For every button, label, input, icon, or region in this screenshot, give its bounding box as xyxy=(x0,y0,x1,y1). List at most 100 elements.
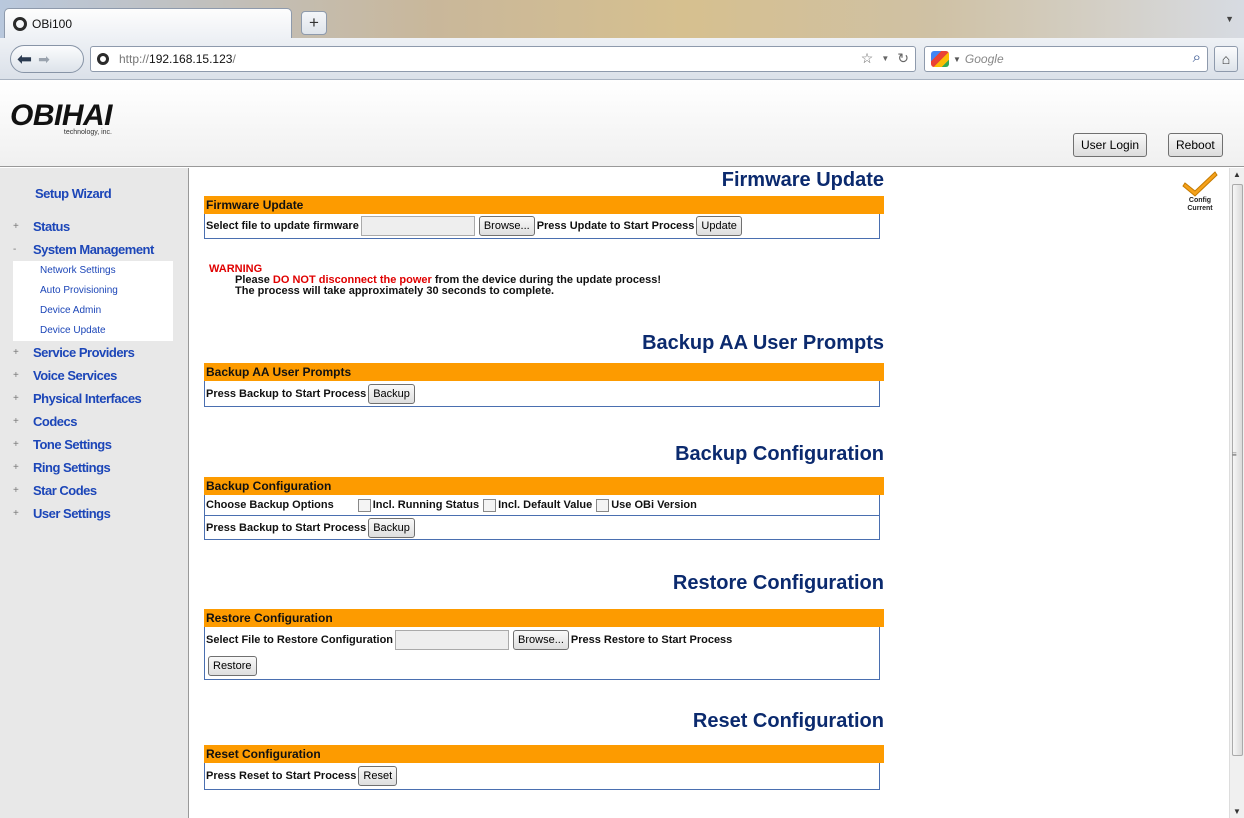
site-identity-icon[interactable] xyxy=(97,53,109,65)
setup-wizard-link[interactable]: Setup Wizard xyxy=(35,186,112,201)
search-placeholder: Google xyxy=(964,52,1004,66)
obihai-logo: OBIHAI technology, inc. xyxy=(10,99,113,137)
backup-config-box: Choose Backup Options Incl. Running Stat… xyxy=(204,495,880,540)
reload-icon[interactable]: ↻ xyxy=(897,50,909,67)
navigation-toolbar: ⬅ ➡ http://192.168.15.123/ ☆ ▼ ↻ ▼ Googl… xyxy=(0,38,1244,80)
sidebar-item-label: User Settings xyxy=(33,506,111,521)
press-update-label: Press Update to Start Process xyxy=(536,220,695,232)
restore-config-box: Select File to Restore Configuration Bro… xyxy=(204,627,880,680)
restore-browse-button[interactable]: Browse... xyxy=(513,630,569,650)
history-dropdown-icon[interactable]: ▼ xyxy=(881,54,889,63)
sidebar-item-tone-settings[interactable]: + Tone Settings xyxy=(13,433,173,456)
warning-line-2: The process will take approximately 30 s… xyxy=(235,285,555,297)
google-engine-icon[interactable] xyxy=(931,51,949,67)
expand-icon: + xyxy=(13,508,19,519)
sidebar-item-label: Service Providers xyxy=(33,345,135,360)
sidebar-item-label: Voice Services xyxy=(33,368,117,383)
sidebar-item-user-settings[interactable]: + User Settings xyxy=(13,502,173,525)
sidebar-item-label: Star Codes xyxy=(33,483,97,498)
logo-wordmark: OBIHAI xyxy=(10,99,113,132)
expand-icon: + xyxy=(13,370,19,381)
back-forward-group: ⬅ ➡ xyxy=(10,45,84,73)
sidebar-item-codecs[interactable]: + Codecs xyxy=(13,410,173,433)
backup-options-row: Choose Backup Options Incl. Running Stat… xyxy=(205,495,879,515)
subitem-device-update[interactable]: Device Update xyxy=(13,321,173,341)
expand-icon: + xyxy=(13,393,19,404)
tab-list-chevron-icon[interactable]: ▼ xyxy=(1225,14,1234,24)
sidebar-item-voice-services[interactable]: + Voice Services xyxy=(13,364,173,387)
scroll-down-arrow-icon[interactable]: ▼ xyxy=(1233,807,1241,816)
main-content: Firmware Update Firmware Update Select f… xyxy=(190,168,1230,818)
scroll-up-arrow-icon[interactable]: ▲ xyxy=(1233,170,1241,179)
press-restore-label: Press Restore to Start Process xyxy=(570,634,733,646)
backup-aa-row: Press Backup to Start Process Backup xyxy=(205,381,879,406)
browser-tab[interactable]: OBi100 xyxy=(4,8,292,38)
restore-config-title: Restore Configuration xyxy=(672,572,884,594)
sidebar-item-service-providers[interactable]: + Service Providers xyxy=(13,341,173,364)
backup-aa-bar: Backup AA User Prompts xyxy=(204,363,884,381)
address-bar[interactable]: http://192.168.15.123/ ☆ ▼ ↻ xyxy=(90,46,916,72)
forward-arrow-icon[interactable]: ➡ xyxy=(38,51,50,68)
backup-config-title: Backup Configuration xyxy=(675,443,884,465)
backup-config-row: Press Backup to Start Process Backup xyxy=(205,515,879,539)
user-login-button[interactable]: User Login xyxy=(1073,133,1148,157)
firmware-file-field[interactable] xyxy=(360,216,475,236)
press-reset-label: Press Reset to Start Process xyxy=(206,770,357,782)
select-restore-label: Select File to Restore Configuration xyxy=(206,634,394,646)
home-icon[interactable]: ⌂ xyxy=(1214,46,1238,72)
vertical-scrollbar[interactable]: ▲ ≡ ▼ xyxy=(1229,168,1244,818)
choose-backup-label: Choose Backup Options xyxy=(206,499,334,511)
scrollbar-thumb[interactable] xyxy=(1232,184,1243,756)
sidebar-item-label: Ring Settings xyxy=(33,460,111,475)
firmware-update-row: Select file to update firmware Browse...… xyxy=(205,214,879,238)
restore-file-row: Select File to Restore Configuration Bro… xyxy=(205,627,879,653)
search-magnifier-icon[interactable]: ⌕ xyxy=(1193,49,1201,66)
backup-aa-button[interactable]: Backup xyxy=(368,383,415,404)
reset-button[interactable]: Reset xyxy=(358,766,398,786)
update-button[interactable]: Update xyxy=(696,216,742,236)
restore-config-bar: Restore Configuration xyxy=(204,609,884,627)
backup-config-bar: Backup Configuration xyxy=(204,477,884,495)
firmware-browse-button[interactable]: Browse... xyxy=(478,216,535,236)
reset-config-box: Press Reset to Start Process Reset xyxy=(204,763,880,790)
new-tab-button[interactable]: + xyxy=(301,11,327,35)
firmware-update-bar: Firmware Update xyxy=(204,196,884,214)
expand-icon: + xyxy=(13,347,19,358)
back-arrow-icon[interactable]: ⬅ xyxy=(17,49,32,69)
backup-aa-title: Backup AA User Prompts xyxy=(642,332,884,354)
reboot-button[interactable]: Reboot xyxy=(1168,133,1223,157)
backup-config-button[interactable]: Backup xyxy=(368,517,415,538)
sidebar-item-system-management[interactable]: - System Management xyxy=(13,238,173,261)
web-page: OBIHAI technology, inc. User Login Reboo… xyxy=(0,81,1244,818)
incl-default-value-checkbox[interactable] xyxy=(483,498,497,512)
incl-running-status-checkbox[interactable] xyxy=(357,498,371,512)
collapse-icon: - xyxy=(13,244,16,255)
subitem-network-settings[interactable]: Network Settings xyxy=(13,261,173,281)
restore-button[interactable]: Restore xyxy=(208,656,257,676)
sidebar-nav: + Status - System Management Network Setti… xyxy=(13,215,173,525)
subitem-device-admin[interactable]: Device Admin xyxy=(13,301,173,321)
sidebar-item-physical-interfaces[interactable]: + Physical Interfaces xyxy=(13,387,173,410)
sidebar-item-ring-settings[interactable]: + Ring Settings xyxy=(13,456,173,479)
tab-title: OBi100 xyxy=(32,16,73,31)
incl-running-status-label: Incl. Running Status xyxy=(372,499,480,511)
sidebar-item-status[interactable]: + Status xyxy=(13,215,173,238)
backup-aa-box: Press Backup to Start Process Backup xyxy=(204,381,880,407)
sidebar-item-label: System Management xyxy=(33,242,154,257)
engine-dropdown-icon[interactable]: ▼ xyxy=(953,55,961,64)
restore-file-field[interactable] xyxy=(395,630,510,650)
incl-default-value-label: Incl. Default Value xyxy=(498,499,593,511)
expand-icon: + xyxy=(13,462,19,473)
config-status-line2: Current xyxy=(1187,205,1213,212)
subitem-auto-provisioning[interactable]: Auto Provisioning xyxy=(13,281,173,301)
expand-icon: + xyxy=(13,485,19,496)
press-backup-label: Press Backup to Start Process xyxy=(206,521,367,534)
expand-icon: + xyxy=(13,416,19,427)
use-obi-version-checkbox[interactable] xyxy=(596,498,610,512)
page-header: OBIHAI technology, inc. User Login Reboo… xyxy=(0,81,1244,167)
sidebar-item-star-codes[interactable]: + Star Codes xyxy=(13,479,173,502)
browser-tab-bar: OBi100 + ▼ xyxy=(0,0,1244,38)
search-bar[interactable]: ▼ Google ⌕ xyxy=(924,46,1208,72)
bookmark-star-icon[interactable]: ☆ xyxy=(861,50,874,67)
use-obi-version-label: Use OBi Version xyxy=(611,499,697,511)
